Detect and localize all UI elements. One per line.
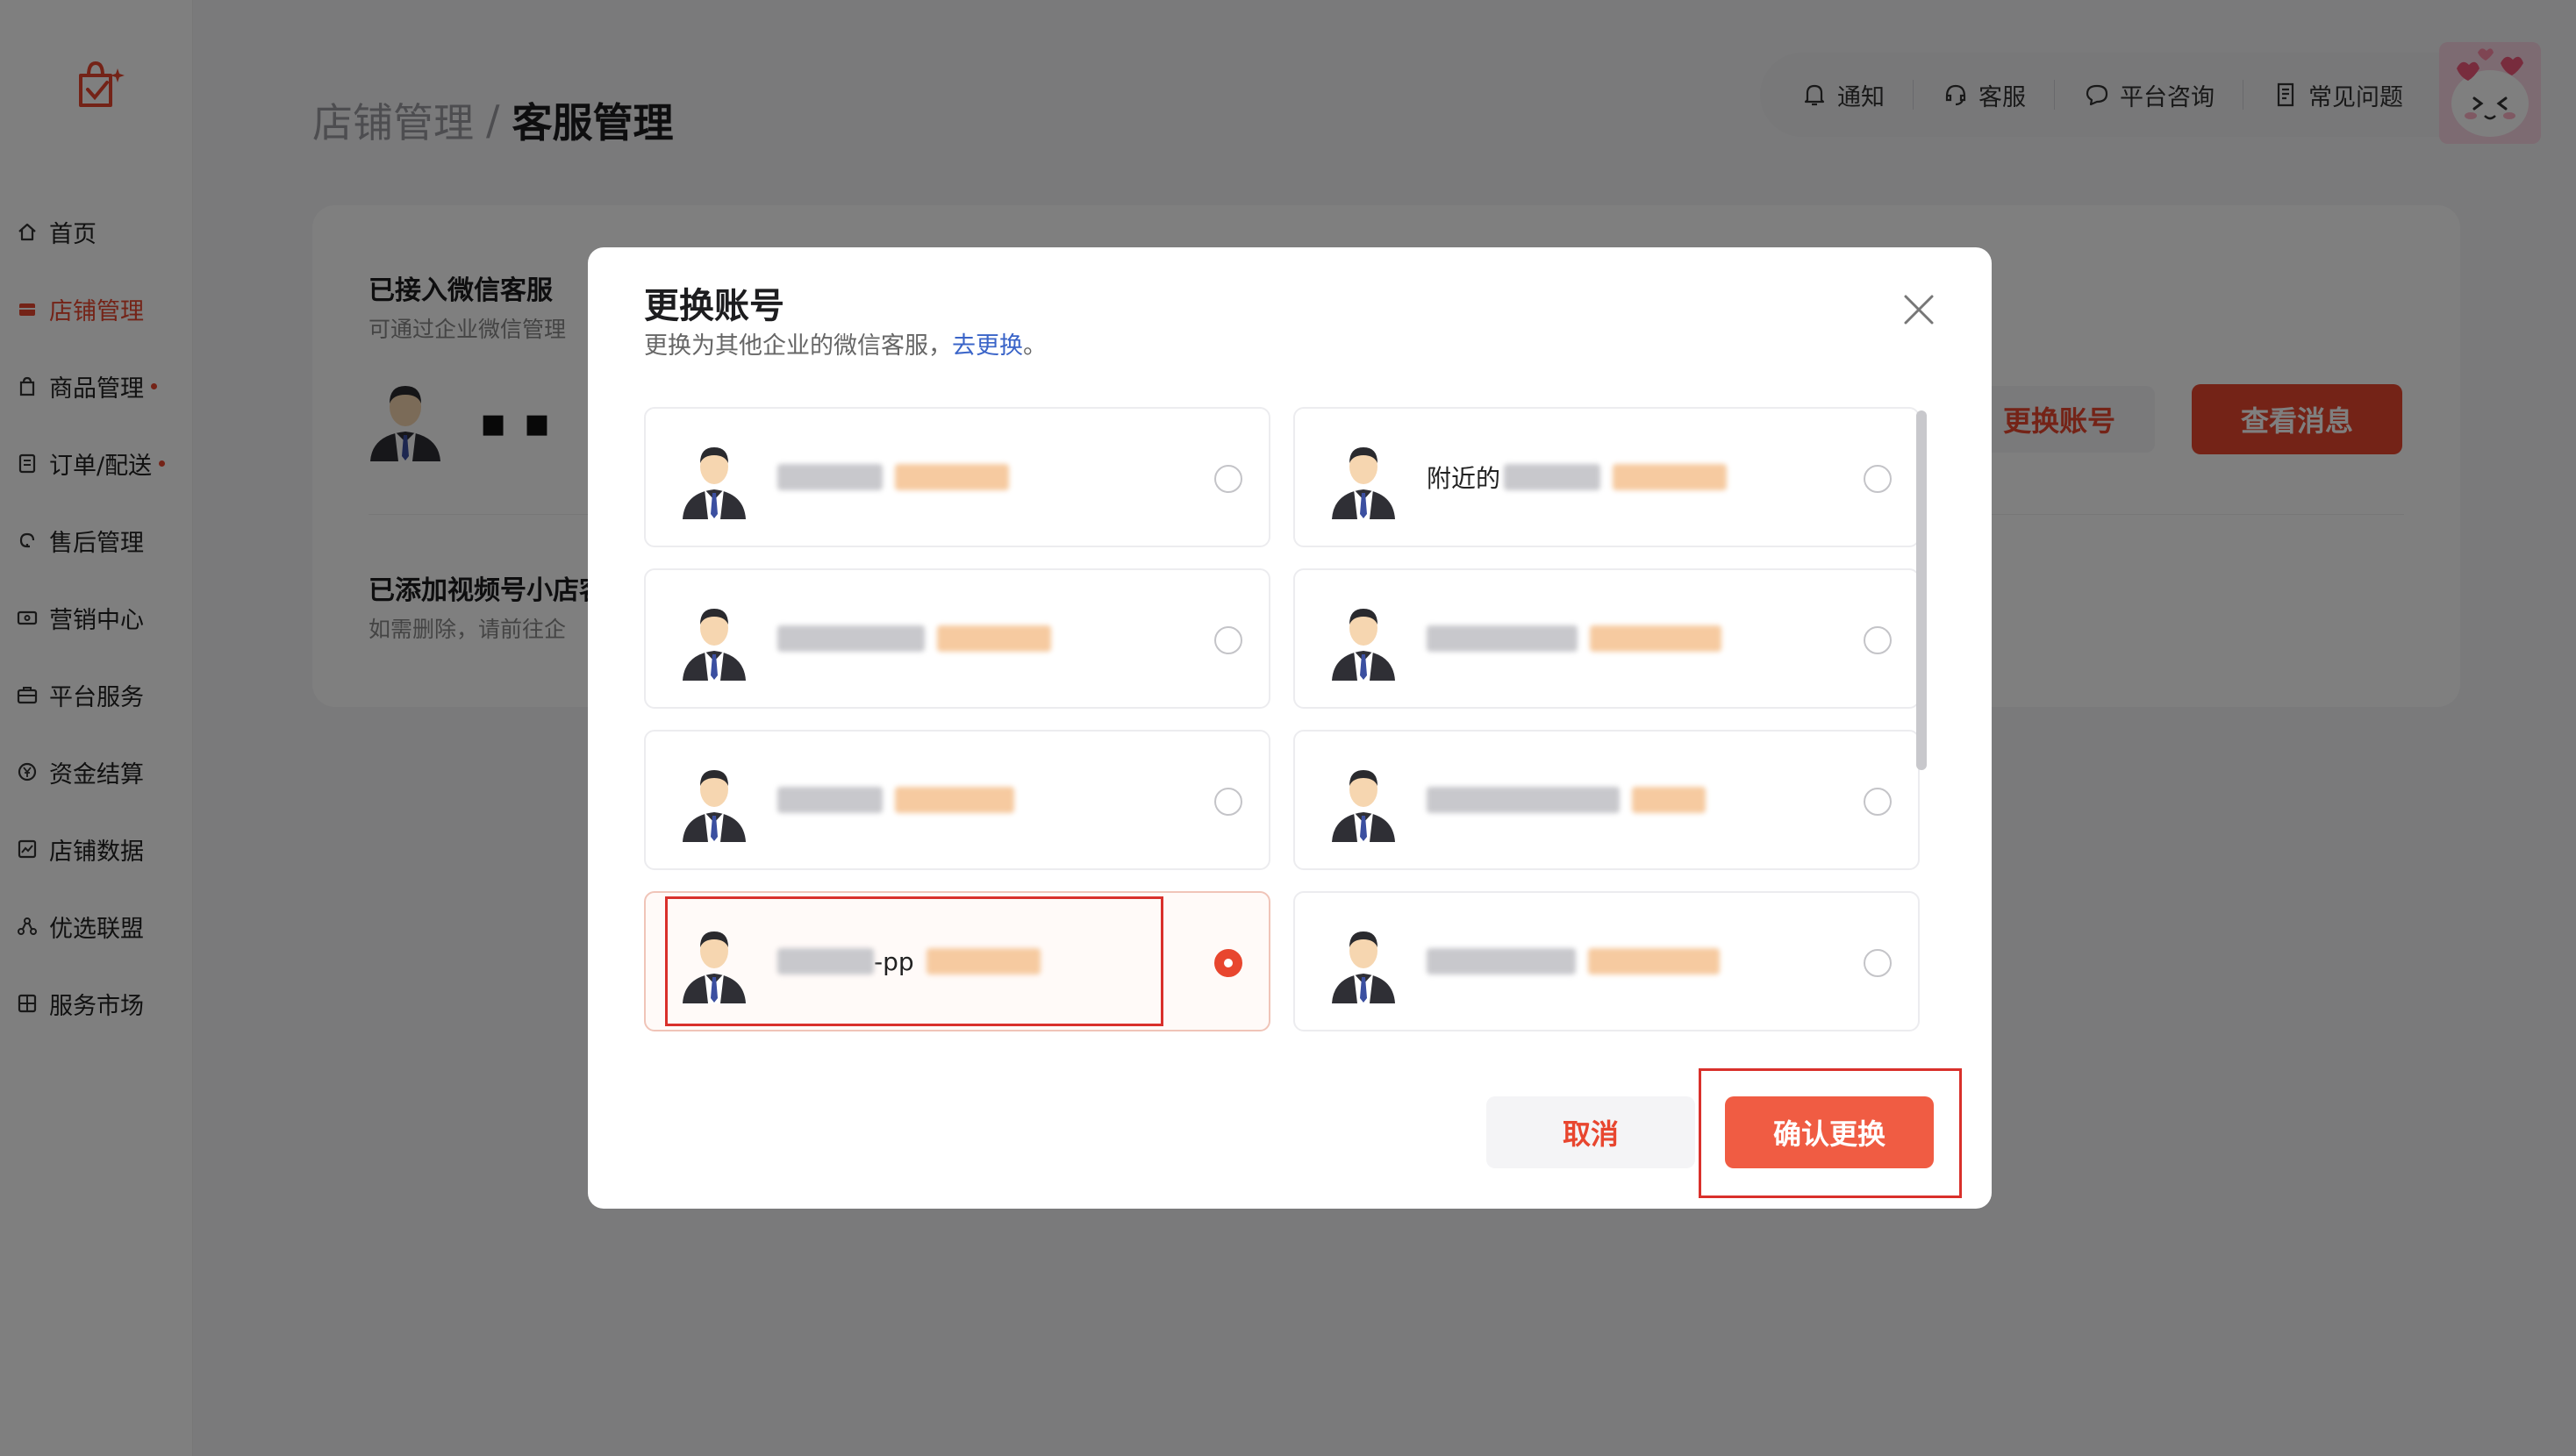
account-radio[interactable] <box>1214 465 1242 493</box>
account-avatar <box>1330 600 1397 681</box>
account-option[interactable] <box>644 568 1270 709</box>
redacted-text <box>1427 787 1620 813</box>
scroll-thumb[interactable] <box>1916 410 1927 770</box>
account-name-text: 附近的 <box>1427 464 1501 493</box>
account-name <box>1427 782 1706 817</box>
account-option[interactable] <box>1293 730 1920 870</box>
highlight-confirm-button <box>1699 1068 1962 1198</box>
account-avatar <box>1330 923 1397 1003</box>
account-radio[interactable] <box>1864 465 1892 493</box>
account-avatar <box>1330 439 1397 519</box>
redacted-text <box>777 787 883 813</box>
account-name: 附近的 <box>1427 460 1728 495</box>
dialog-subtitle: 更换为其他企业的微信客服，去更换。 <box>644 326 1047 360</box>
account-list-scrollbar[interactable] <box>1914 407 1928 1035</box>
redacted-text <box>1427 625 1578 652</box>
account-avatar <box>1330 761 1397 842</box>
go-switch-link[interactable]: 去更换 <box>952 332 1023 360</box>
highlight-selected-account <box>665 896 1163 1026</box>
switch-account-dialog: 更换账号 更换为其他企业的微信客服，去更换。 附近的 -pp 取消 确认更换 <box>588 247 1992 1209</box>
redacted-tag <box>895 787 1014 813</box>
account-name <box>1427 944 1720 979</box>
account-name <box>1427 621 1721 656</box>
account-name <box>777 621 1051 656</box>
redacted-tag <box>1613 464 1728 490</box>
cancel-button[interactable]: 取消 <box>1486 1096 1695 1168</box>
account-avatar <box>681 439 748 519</box>
redacted-tag <box>1588 948 1720 974</box>
account-radio[interactable] <box>1864 626 1892 654</box>
dialog-title: 更换账号 <box>644 286 784 326</box>
account-avatar <box>681 600 748 681</box>
dialog-subtitle-text: 更换为其他企业的微信客服， <box>644 332 952 360</box>
account-option[interactable] <box>644 730 1270 870</box>
redacted-tag <box>1590 625 1721 652</box>
account-radio[interactable] <box>1864 949 1892 977</box>
account-option[interactable] <box>644 407 1270 547</box>
account-radio[interactable] <box>1214 949 1242 977</box>
redacted-tag <box>1632 787 1706 813</box>
account-avatar <box>681 761 748 842</box>
close-icon <box>1904 295 1934 325</box>
redacted-text <box>1504 464 1601 490</box>
account-option[interactable]: 附近的 <box>1293 407 1920 547</box>
account-option[interactable] <box>1293 891 1920 1031</box>
redacted-text <box>777 625 925 652</box>
account-option[interactable] <box>1293 568 1920 709</box>
redacted-text <box>1427 948 1576 974</box>
redacted-text <box>777 464 883 490</box>
account-name <box>777 460 1009 495</box>
close-button[interactable] <box>1899 289 1939 330</box>
redacted-tag <box>937 625 1051 652</box>
dialog-subtitle-end: 。 <box>1023 332 1047 360</box>
account-name <box>777 782 1014 817</box>
account-radio[interactable] <box>1214 626 1242 654</box>
redacted-tag <box>895 464 1009 490</box>
account-radio[interactable] <box>1214 788 1242 816</box>
account-radio[interactable] <box>1864 788 1892 816</box>
